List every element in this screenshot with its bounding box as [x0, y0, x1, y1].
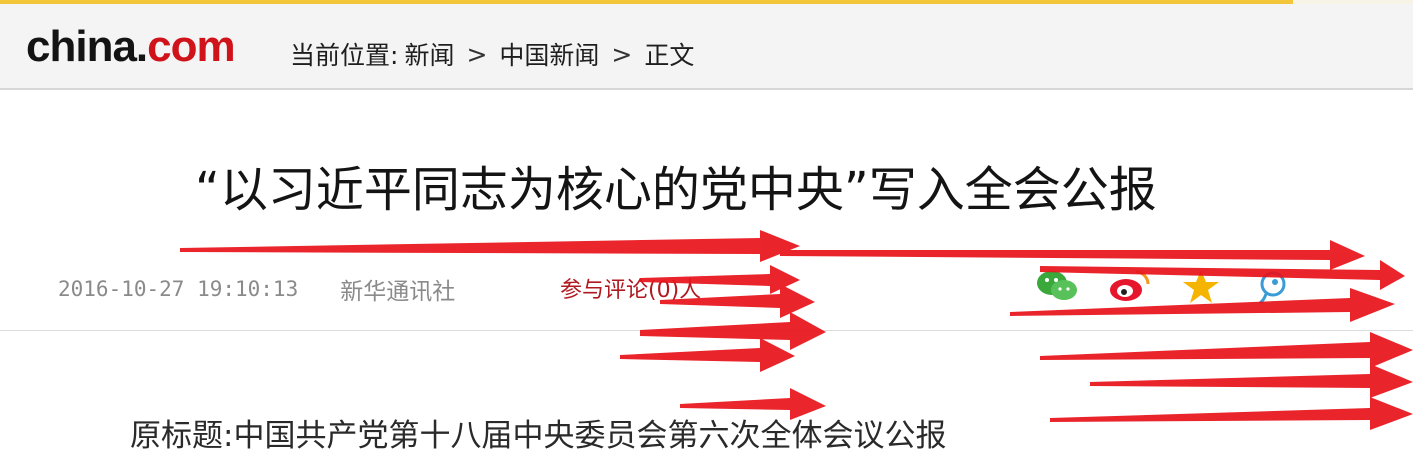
article-source: 新华通讯社 — [340, 279, 456, 305]
publish-datetime: 2016-10-27 19:10:13 — [58, 277, 299, 301]
site-header: china.com 当前位置: 新闻 > 中国新闻 > 正文 — [0, 4, 1413, 90]
breadcrumb-item-china-news[interactable]: 中国新闻 — [499, 36, 599, 72]
breadcrumb-separator: > — [611, 39, 633, 69]
annotation-arrow — [620, 338, 795, 372]
annotation-arrow — [1050, 397, 1413, 430]
breadcrumb-label: 当前位置: — [290, 41, 399, 70]
annotation-arrow — [1090, 364, 1413, 398]
article-meta: 2016-10-27 19:10:13 新华通讯社 参与评论(0)人 — [58, 272, 701, 306]
weibo-icon[interactable] — [1106, 266, 1152, 306]
annotation-arrow — [1040, 332, 1413, 368]
original-title: 原标题:中国共产党第十八届中央委员会第六次全体会议公报 — [130, 418, 947, 454]
annotation-arrow — [640, 312, 826, 350]
annotation-arrow — [180, 230, 800, 262]
share-bar — [1034, 266, 1296, 306]
breadcrumb-separator: > — [466, 39, 488, 69]
article-title: “以习近平同志为核心的党中央”写入全会公报 — [195, 162, 1157, 218]
tencent-weibo-icon[interactable] — [1250, 266, 1296, 306]
breadcrumb-item-news[interactable]: 新闻 — [404, 36, 454, 72]
meta-divider — [0, 330, 1413, 331]
qzone-icon[interactable] — [1178, 266, 1224, 306]
site-logo[interactable]: china.com — [26, 22, 236, 72]
wechat-icon[interactable] — [1034, 266, 1080, 306]
breadcrumb: 当前位置: 新闻 > 中国新闻 > 正文 — [290, 36, 694, 72]
breadcrumb-item-article: 正文 — [644, 41, 695, 70]
comment-link[interactable]: 参与评论(0)人 — [560, 272, 701, 304]
